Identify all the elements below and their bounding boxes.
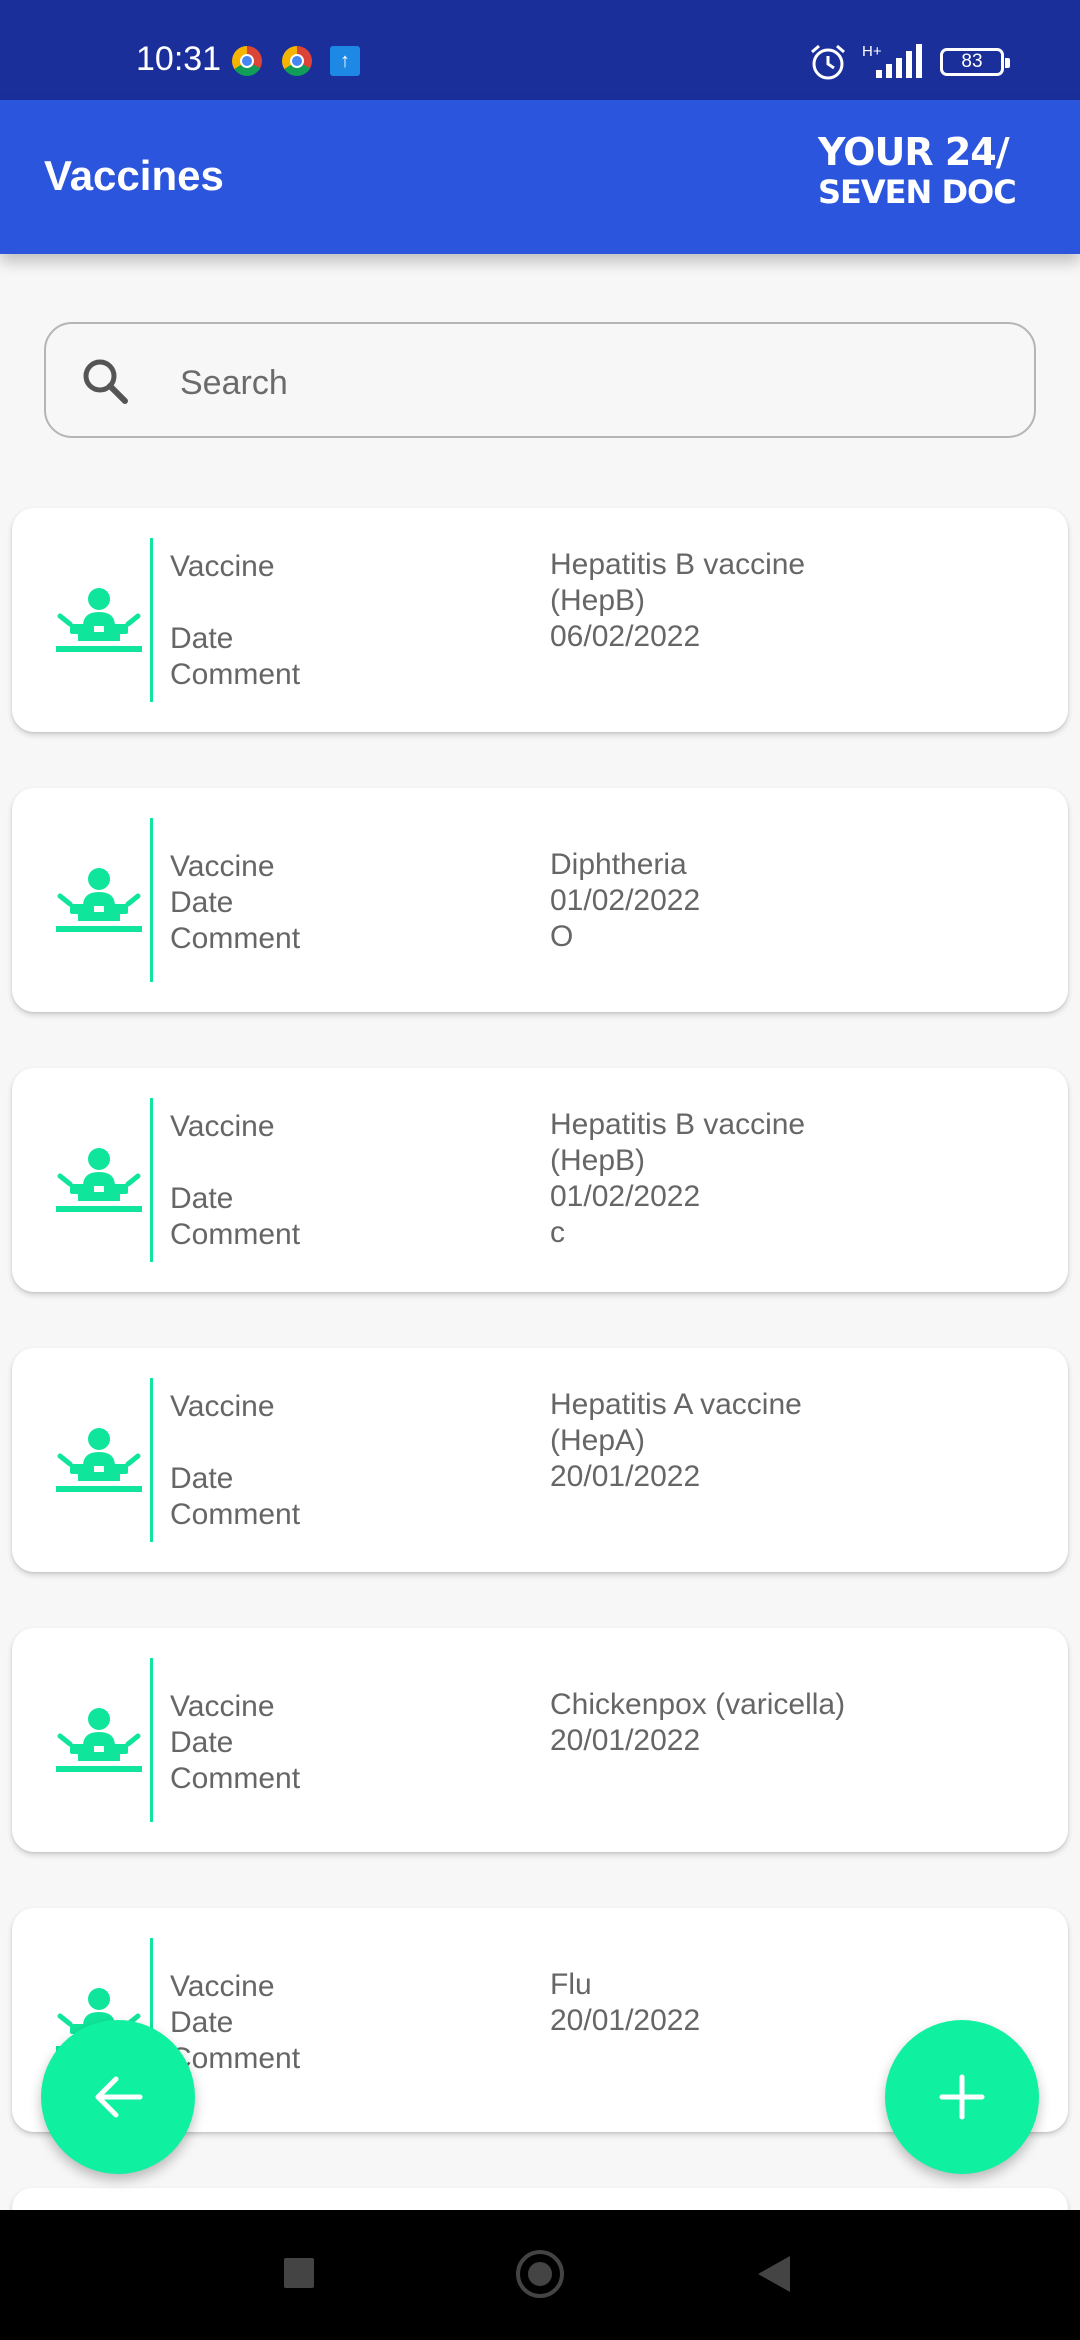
vaccination-icon	[56, 586, 142, 656]
vaccination-icon	[56, 1706, 142, 1776]
comment-label: Comment	[170, 1762, 301, 1795]
search-input[interactable]	[178, 354, 1002, 412]
app-bar: Vaccines YOUR 24/ SEVEN DOC	[0, 100, 1080, 254]
vaccine-record-card[interactable]: Vaccine Date Comment Hepatitis A vaccine (H…	[12, 1348, 1068, 1572]
signal-icon: H+	[862, 43, 922, 78]
vaccine-record-card[interactable]: Vaccine Date Comment Hepatitis B vaccine (H…	[12, 1068, 1068, 1292]
vaccine-value: Chickenpox (varicella)	[550, 1688, 846, 1721]
date-label: Date	[170, 886, 234, 919]
system-nav-bar	[0, 2210, 1080, 2340]
date-value: 20/01/2022	[550, 1724, 701, 1757]
date-value: 01/02/2022	[550, 884, 701, 917]
date-value: 01/02/2022	[550, 1180, 701, 1213]
date-label: Date	[170, 2006, 234, 2039]
page-title: Vaccines	[44, 152, 224, 199]
vaccine-label: Vaccine	[170, 1690, 275, 1723]
date-value: 20/01/2022	[550, 2004, 701, 2037]
date-value: 06/02/2022	[550, 620, 701, 653]
comment-label: Comment	[170, 922, 301, 955]
card-divider	[150, 818, 153, 982]
vaccine-label: Vaccine	[170, 1110, 275, 1143]
card-divider	[150, 1098, 153, 1262]
recents-icon[interactable]	[284, 2258, 314, 2288]
status-bar: 10:31 ↑ H+ 83	[0, 0, 1080, 100]
status-time: 10:31	[136, 40, 222, 78]
chrome-icon	[282, 46, 312, 76]
vaccine-value: Flu	[550, 1968, 592, 2001]
upload-icon: ↑	[330, 46, 360, 76]
vaccination-icon	[56, 1146, 142, 1216]
vaccine-record-card[interactable]: Vaccine Date Comment Diphtheria 01/02/2022 O	[12, 788, 1068, 1012]
back-button[interactable]	[41, 2020, 195, 2174]
battery-icon: 83	[940, 48, 1010, 76]
vaccination-icon	[56, 866, 142, 936]
back-nav-icon[interactable]	[758, 2256, 790, 2292]
logo-line-2: SEVEN DOC	[818, 173, 1017, 211]
vaccine-value: Hepatitis A vaccine (HepA)	[550, 1388, 802, 1457]
search-bar[interactable]	[44, 322, 1036, 438]
vaccine-label: Vaccine	[170, 1970, 275, 2003]
date-label: Date	[170, 1182, 234, 1215]
vaccine-value: Hepatitis B vaccine (HepB)	[550, 1108, 806, 1177]
vaccine-label: Vaccine	[170, 850, 275, 883]
alarm-icon	[811, 44, 845, 80]
vaccine-record-card[interactable]: Vaccine Date Comment Chickenpox (varicella)…	[12, 1628, 1068, 1852]
card-divider	[150, 1658, 153, 1822]
date-value: 20/01/2022	[550, 1460, 701, 1493]
card-divider	[150, 538, 153, 702]
vaccine-value: Hepatitis B vaccine (HepB)	[550, 548, 806, 617]
vaccine-label: Vaccine	[170, 550, 275, 583]
card-divider	[150, 1378, 153, 1542]
network-type-label: H+	[862, 43, 882, 60]
comment-label: Comment	[170, 1498, 301, 1531]
logo-line-1: YOUR 24/	[818, 130, 1010, 174]
date-label: Date	[170, 1462, 234, 1495]
comment-value: O	[550, 920, 574, 953]
chrome-icon	[232, 46, 262, 76]
home-icon[interactable]	[516, 2250, 564, 2298]
app-logo: YOUR 24/ SEVEN DOC	[818, 130, 1017, 212]
comment-label: Comment	[170, 658, 301, 691]
arrow-left-icon	[95, 2076, 143, 2118]
date-label: Date	[170, 1726, 234, 1759]
add-vaccine-button[interactable]	[885, 2020, 1039, 2174]
date-label: Date	[170, 622, 234, 655]
vaccination-icon	[56, 1426, 142, 1496]
comment-value: c	[550, 1216, 565, 1249]
comment-label: Comment	[170, 1218, 301, 1251]
vaccine-label: Vaccine	[170, 1390, 275, 1423]
vaccine-value: Diphtheria	[550, 848, 687, 881]
search-icon	[83, 359, 128, 404]
plus-icon	[939, 2074, 985, 2120]
vaccine-record-card[interactable]: Vaccine Date Comment Hepatitis B vaccine (H…	[12, 508, 1068, 732]
